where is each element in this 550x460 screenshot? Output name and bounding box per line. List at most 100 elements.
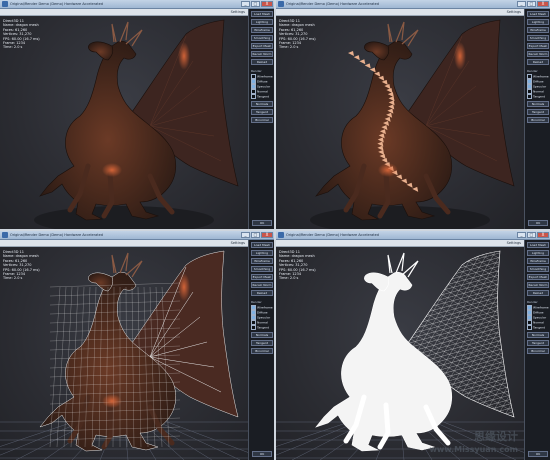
panel-button-binormal[interactable]: Binormal bbox=[527, 348, 549, 354]
panel-button-export-mesh[interactable]: Export Mesh bbox=[527, 274, 549, 280]
panel-button-reload[interactable]: Reload bbox=[527, 290, 549, 296]
panel-button-export-mesh[interactable]: Export Mesh bbox=[251, 43, 273, 49]
stats-line: Time: 2.0 s bbox=[3, 45, 23, 50]
panel-button-reload[interactable]: Reload bbox=[527, 59, 549, 65]
panel-button-tangent[interactable]: Tangent bbox=[251, 109, 273, 115]
app-window-shaded: Original/Render Demo (Demo) Hardware Acc… bbox=[0, 0, 274, 229]
panel-button-load-mesh[interactable]: Load Mesh bbox=[251, 242, 273, 248]
panel-button-lighting[interactable]: Lighting bbox=[251, 19, 273, 25]
panel-button-load-mesh[interactable]: Load Mesh bbox=[251, 11, 273, 17]
panel-button-load-mesh[interactable]: Load Mesh bbox=[527, 11, 549, 17]
panel-button-binormal[interactable]: Binormal bbox=[527, 117, 549, 123]
app-icon bbox=[2, 1, 8, 7]
panel-button-lighting[interactable]: Lighting bbox=[251, 250, 273, 256]
panel-button-normals[interactable]: Normals bbox=[251, 332, 273, 338]
stats-overlay: Direct3D 11 Name: dragon mesh Faces: 61,26… bbox=[3, 19, 40, 50]
checkbox-label: Wireframe bbox=[257, 305, 273, 310]
panel-button-lighting[interactable]: Lighting bbox=[527, 250, 549, 256]
ok-button[interactable]: OK bbox=[528, 220, 548, 226]
panel-button-recalc-norm[interactable]: Recalc Norm bbox=[527, 282, 549, 288]
panel-button-binormal[interactable]: Binormal bbox=[251, 117, 273, 123]
window-titlebar[interactable]: Original/Render Demo (Demo) Hardware Acc… bbox=[0, 0, 274, 9]
panel-button-recalc-norm[interactable]: Recalc Norm bbox=[251, 51, 273, 57]
minimize-button[interactable]: _ bbox=[517, 232, 526, 238]
panel-button-wireframe[interactable]: Wireframe bbox=[251, 258, 273, 264]
checkbox-icon[interactable] bbox=[251, 325, 256, 330]
pedestal bbox=[34, 206, 214, 229]
close-button[interactable]: X bbox=[261, 232, 273, 238]
menu-item-settings[interactable]: Settings bbox=[507, 240, 521, 246]
panel-button-smoothing[interactable]: Smoothing bbox=[251, 266, 273, 272]
menu-item-settings[interactable]: Settings bbox=[507, 9, 521, 15]
checkbox-label: Diffuse bbox=[533, 79, 544, 84]
panel-button-smoothing[interactable]: Smoothing bbox=[251, 35, 273, 41]
panel-button-recalc-norm[interactable]: Recalc Norm bbox=[251, 282, 273, 288]
checkbox-label: Tangent bbox=[257, 94, 269, 99]
panel-button-export-mesh[interactable]: Export Mesh bbox=[251, 274, 273, 280]
app-window-wireframe: Original/Render Demo (Demo) Hardware Acc… bbox=[0, 231, 274, 460]
checkbox-icon[interactable] bbox=[251, 94, 256, 99]
window-title: Original/Render Demo (Demo) Hardware Acc… bbox=[286, 233, 380, 237]
checkbox-label: Normal bbox=[257, 89, 268, 94]
checkbox-label: Specular bbox=[533, 84, 547, 89]
window-titlebar[interactable]: Original/Render Demo (Demo) Hardware Acc… bbox=[276, 0, 550, 9]
maximize-button[interactable]: □ bbox=[251, 232, 260, 238]
ok-button[interactable]: OK bbox=[528, 451, 548, 457]
close-button[interactable]: X bbox=[261, 1, 273, 7]
checkbox-icon[interactable] bbox=[527, 325, 532, 330]
checkbox-tangent[interactable]: Tangent bbox=[251, 94, 269, 99]
checkbox-label: Diffuse bbox=[257, 310, 268, 315]
panel-button-binormal[interactable]: Binormal bbox=[251, 348, 273, 354]
panel-button-normals[interactable]: Normals bbox=[527, 332, 549, 338]
panel-section-label: Render bbox=[527, 69, 538, 73]
panel-button-tangent[interactable]: Tangent bbox=[527, 340, 549, 346]
menu-item-settings[interactable]: Settings bbox=[231, 240, 245, 246]
panel-button-export-mesh[interactable]: Export Mesh bbox=[527, 43, 549, 49]
checkbox-icon[interactable] bbox=[527, 94, 532, 99]
panel-button-normals[interactable]: Normals bbox=[527, 101, 549, 107]
checkbox-label: Specular bbox=[257, 315, 271, 320]
panel-button-wireframe[interactable]: Wireframe bbox=[527, 27, 549, 33]
checkbox-tangent[interactable]: Tangent bbox=[251, 325, 269, 330]
panel-section-label: Render bbox=[527, 300, 538, 304]
maximize-button[interactable]: □ bbox=[527, 232, 536, 238]
app-icon bbox=[2, 232, 8, 238]
3d-viewport[interactable]: Direct3D 11 Name: dragon mesh Faces: 61,26… bbox=[0, 16, 248, 229]
checkbox-tangent[interactable]: Tangent bbox=[527, 325, 545, 330]
app-window-white: Original/Render Demo (Demo) Hardware Acc… bbox=[276, 231, 550, 460]
panel-button-recalc-norm[interactable]: Recalc Norm bbox=[527, 51, 549, 57]
minimize-button[interactable]: _ bbox=[241, 1, 250, 7]
panel-button-reload[interactable]: Reload bbox=[251, 290, 273, 296]
watermark: 思缘设计 bbox=[474, 430, 518, 443]
panel-button-lighting[interactable]: Lighting bbox=[527, 19, 549, 25]
panel-button-wireframe[interactable]: Wireframe bbox=[527, 258, 549, 264]
panel-button-smoothing[interactable]: Smoothing bbox=[527, 35, 549, 41]
panel-button-tangent[interactable]: Tangent bbox=[527, 109, 549, 115]
panel-button-load-mesh[interactable]: Load Mesh bbox=[527, 242, 549, 248]
close-button[interactable]: X bbox=[537, 1, 549, 7]
ok-button[interactable]: OK bbox=[252, 220, 272, 226]
checkbox-tangent[interactable]: Tangent bbox=[527, 94, 545, 99]
window-titlebar[interactable]: Original/Render Demo (Demo) Hardware Acc… bbox=[0, 231, 274, 240]
menu-item-settings[interactable]: Settings bbox=[231, 9, 245, 15]
panel-button-tangent[interactable]: Tangent bbox=[251, 340, 273, 346]
belly-glow bbox=[102, 394, 122, 408]
3d-viewport[interactable]: Direct3D 11 Name: dragon mesh Faces: 61,26… bbox=[276, 16, 524, 229]
3d-viewport[interactable]: Direct3D 11 Name: dragon mesh Faces: 61,26… bbox=[0, 247, 248, 460]
menu-bar: ShadedTexturesWireframeNormalsSettings bbox=[276, 240, 524, 256]
minimize-button[interactable]: _ bbox=[241, 232, 250, 238]
maximize-button[interactable]: □ bbox=[251, 1, 260, 7]
panel-button-normals[interactable]: Normals bbox=[251, 101, 273, 107]
ok-button[interactable]: OK bbox=[252, 451, 272, 457]
window-titlebar[interactable]: Original/Render Demo (Demo) Hardware Acc… bbox=[276, 231, 550, 240]
maximize-button[interactable]: □ bbox=[527, 1, 536, 7]
close-button[interactable]: X bbox=[537, 232, 549, 238]
panel-button-reload[interactable]: Reload bbox=[251, 59, 273, 65]
panel-button-wireframe[interactable]: Wireframe bbox=[251, 27, 273, 33]
panel-section-label: Render bbox=[251, 69, 262, 73]
stats-line: Time: 2.0 s bbox=[279, 45, 299, 50]
panel-button-smoothing[interactable]: Smoothing bbox=[527, 266, 549, 272]
3d-viewport[interactable]: Direct3D 11 Name: dragon mesh Faces: 61,26… bbox=[276, 247, 524, 460]
minimize-button[interactable]: _ bbox=[517, 1, 526, 7]
checkbox-label: Normal bbox=[257, 320, 268, 325]
